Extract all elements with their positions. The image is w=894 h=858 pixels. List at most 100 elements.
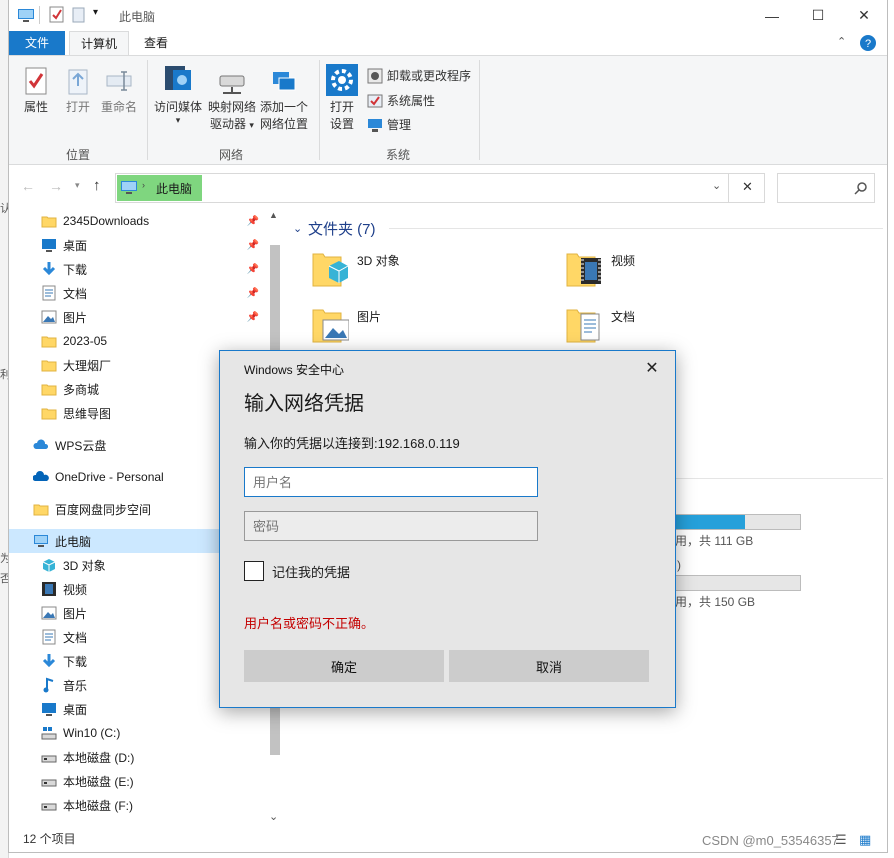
add-network-location-button[interactable]: 添加一个 网络位置 [259, 70, 309, 133]
dialog-header: Windows 安全中心 [244, 363, 345, 377]
title-bar: ▾ 此电脑 — ☐ ✕ [9, 0, 887, 31]
customize-qat-icon[interactable]: ▾ [93, 7, 98, 18]
folders-group-header[interactable]: 文件夹 (7) [308, 218, 376, 239]
recent-locations-icon[interactable]: ▾ [75, 180, 80, 191]
rename-button[interactable]: 重命名 [99, 66, 139, 116]
dropdown-arrow-icon: ▾ [175, 115, 181, 125]
remember-label[interactable]: 记住我的凭据 [272, 562, 350, 581]
nav-item-this-pc-child[interactable]: 本地磁盘 (F:) [9, 793, 267, 817]
media-icon [165, 66, 191, 90]
collapse-ribbon-icon[interactable]: ⌃ [837, 35, 846, 48]
breadcrumb-this-pc[interactable]: 此电脑 [156, 180, 192, 197]
new-folder-quick-icon[interactable] [71, 6, 87, 24]
pin-icon[interactable]: 📌 [247, 312, 259, 323]
nav-item-this-pc-child[interactable]: 本地磁盘 (E:) [9, 769, 267, 793]
network-drive-icon [219, 75, 245, 94]
nav-item-this-pc-child[interactable]: Win10 (C:) [9, 721, 267, 745]
document-icon [565, 304, 603, 344]
collapse-group-icon[interactable]: ⌄ [293, 222, 302, 235]
divider [389, 228, 883, 229]
picture-icon [41, 606, 57, 620]
forward-arrow-icon[interactable]: → [49, 178, 63, 194]
nav-item-quick[interactable]: 2345Downloads 📌 [9, 209, 267, 233]
divider [319, 60, 320, 160]
open-settings-button[interactable]: 打开 设置 [325, 64, 359, 133]
picture-icon [311, 304, 350, 344]
download-icon [42, 654, 56, 668]
folder-item-documents[interactable]: 文档 [565, 304, 635, 344]
credentials-dialog: Windows 安全中心 ✕ 输入网络凭据 输入你的凭据以连接到:192.168… [219, 350, 676, 708]
remember-checkbox[interactable] [244, 561, 264, 581]
3d-objects-icon [42, 559, 56, 572]
document-icon [42, 285, 56, 301]
manage-icon [368, 119, 382, 132]
drive-usage-bar [675, 514, 801, 530]
system-properties-button[interactable]: 系统属性 [367, 91, 435, 111]
maximize-button[interactable]: ☐ [795, 0, 841, 31]
open-button[interactable]: 打开 [61, 66, 95, 116]
breadcrumb-chevron-icon[interactable]: › [142, 180, 145, 190]
divider [147, 60, 148, 160]
close-button[interactable]: ✕ [841, 0, 887, 31]
computer-icon [34, 535, 48, 547]
drive-label-partial: ) [677, 558, 681, 572]
svg-text:?: ? [865, 38, 871, 50]
group-label-network: 网络 [219, 148, 244, 162]
nav-item-quick[interactable]: 下载 📌 [9, 257, 267, 281]
navigation-bar: ← → ▾ ↑ › 此电脑 ⌄ ✕ [9, 172, 887, 203]
video-icon [565, 248, 603, 288]
clear-address-icon[interactable]: ✕ [742, 179, 753, 195]
properties-button[interactable]: 属性 [19, 66, 53, 116]
address-bar[interactable]: › 此电脑 ⌄ ✕ [115, 173, 765, 203]
system-properties-icon [367, 94, 383, 108]
manage-button[interactable]: 管理 [367, 115, 411, 135]
desktop-icon [42, 239, 56, 252]
pin-icon[interactable]: 📌 [247, 264, 259, 275]
open-icon [68, 69, 88, 95]
nav-item-quick[interactable]: 图片 📌 [9, 305, 267, 329]
large-icons-view-icon[interactable]: ▦ [859, 832, 871, 848]
username-input[interactable] [244, 467, 538, 497]
uninstall-program-button[interactable]: 卸载或更改程序 [367, 66, 471, 86]
computer-icon [121, 181, 137, 194]
error-message: 用户名或密码不正确。 [244, 616, 375, 631]
back-arrow-icon[interactable]: ← [21, 178, 35, 194]
up-arrow-icon[interactable]: ↑ [93, 177, 101, 194]
folder-item-video[interactable]: 视频 [565, 248, 635, 288]
nav-item-this-pc-child[interactable]: 本地磁盘 (D:) [9, 745, 267, 769]
folder-icon [41, 216, 57, 228]
tab-view[interactable]: 查看 [133, 31, 179, 55]
nav-item-quick[interactable]: 文档 📌 [9, 281, 267, 305]
scroll-up-icon[interactable]: ▲ [269, 210, 278, 220]
ok-button[interactable]: 确定 [244, 650, 444, 682]
nav-item-quick[interactable]: 桌面 📌 [9, 233, 267, 257]
window-title: 此电脑 [119, 10, 156, 24]
dropdown-arrow-icon: ▾ [249, 120, 254, 130]
cancel-button[interactable]: 取消 [449, 650, 649, 682]
download-icon [42, 262, 56, 276]
pin-icon[interactable]: 📌 [247, 216, 259, 227]
folder-icon [41, 408, 57, 420]
drive-icon [41, 779, 57, 787]
ribbon-tabs: 文件 计算机 查看 ⌃ ? [9, 31, 887, 56]
access-media-button[interactable]: 访问媒体 ▾ [153, 62, 203, 125]
folder-item-pictures[interactable]: 图片 [311, 304, 381, 344]
drive-usage-bar [675, 575, 801, 591]
help-icon[interactable]: ? [859, 34, 877, 52]
pin-icon[interactable]: 📌 [247, 288, 259, 299]
scroll-down-icon[interactable]: ⌄ [269, 810, 278, 823]
map-network-drive-button[interactable]: 映射网络 驱动器 ▾ [207, 70, 257, 134]
tab-file[interactable]: 文件 [9, 31, 65, 55]
tab-computer[interactable]: 计算机 [69, 31, 129, 56]
pin-icon[interactable]: 📌 [247, 240, 259, 251]
address-dropdown-icon[interactable]: ⌄ [712, 179, 721, 192]
properties-quick-icon[interactable] [49, 6, 65, 24]
password-input[interactable] [244, 511, 538, 541]
dialog-close-button[interactable]: ✕ [638, 355, 666, 381]
search-input[interactable] [777, 173, 875, 203]
cloud-icon [33, 439, 49, 449]
divider [39, 6, 40, 24]
drive-capacity-text: 用，共 150 GB [675, 595, 756, 609]
folder-item-3d[interactable]: 3D 对象 [311, 248, 400, 288]
minimize-button[interactable]: — [749, 0, 795, 31]
